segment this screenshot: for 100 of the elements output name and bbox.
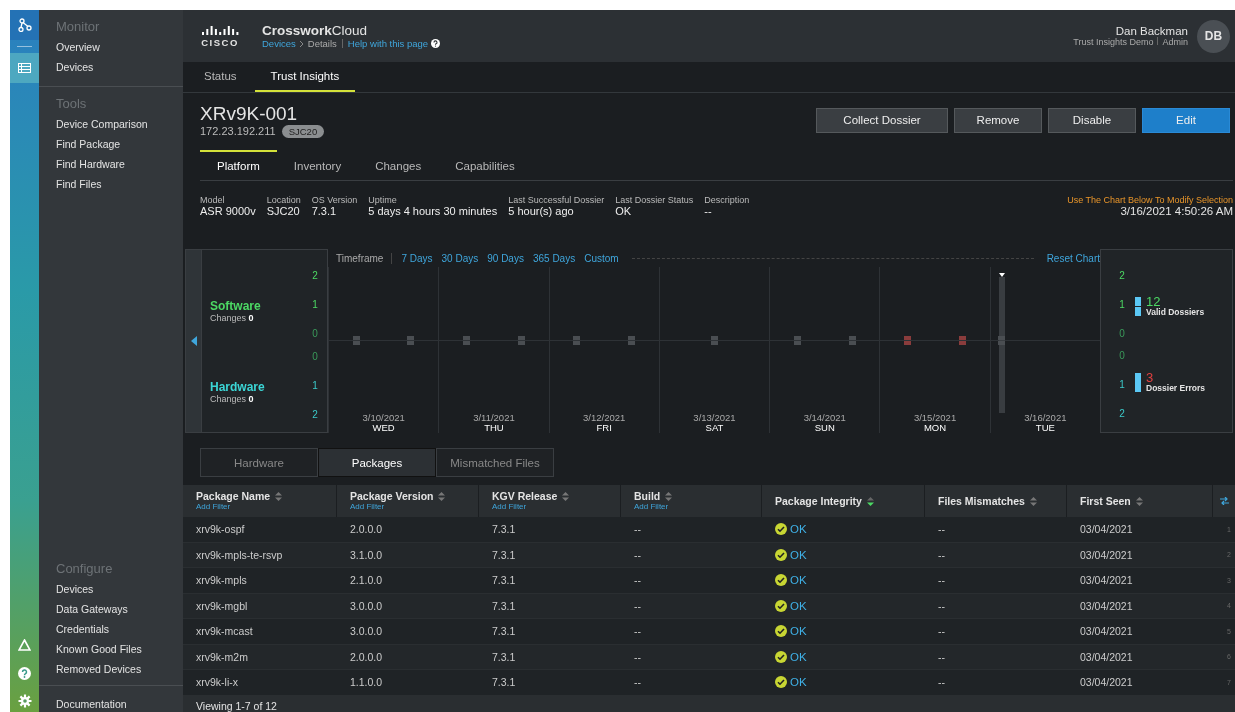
table-cell: 7.3.1 bbox=[492, 599, 516, 612]
table-cell: 7.3.1 bbox=[492, 574, 516, 587]
field-label: Model bbox=[200, 195, 226, 205]
selection-hint: Use The Chart Below To Modify Selection bbox=[1067, 195, 1233, 205]
axis-label: 1 bbox=[1119, 379, 1125, 390]
field-label: OS Version bbox=[311, 195, 358, 205]
check-icon bbox=[775, 625, 787, 638]
help-icon[interactable] bbox=[431, 39, 441, 48]
caret-left-icon[interactable] bbox=[190, 336, 197, 346]
date-label: 3/16/2021 bbox=[1023, 413, 1068, 423]
tab[interactable]: Capabilities bbox=[438, 150, 532, 180]
nav-item[interactable]: Devices bbox=[56, 57, 183, 77]
action-button[interactable]: Collect Dossier bbox=[816, 107, 948, 133]
breadcrumb-link[interactable]: Devices bbox=[262, 38, 296, 49]
nav-section-title: Configure bbox=[56, 561, 114, 576]
table-cell: -- bbox=[634, 650, 641, 663]
help-link[interactable]: Help with this page bbox=[347, 38, 429, 49]
bar-icon bbox=[1135, 373, 1141, 392]
add-filter-link[interactable]: Add Filter bbox=[196, 502, 336, 511]
logo-text: CISCO bbox=[201, 36, 239, 48]
timeframe-link[interactable]: 90 Days bbox=[487, 252, 524, 264]
table-cell: 2.1.0.0 bbox=[350, 574, 383, 587]
tab[interactable]: Inventory bbox=[276, 150, 359, 180]
nav-item[interactable]: Find Package bbox=[56, 134, 183, 154]
sort-icon[interactable] bbox=[1029, 496, 1037, 506]
table-cell: xrv9k-mgbl bbox=[196, 599, 248, 612]
column-header[interactable]: Build bbox=[634, 490, 661, 502]
table-cell: 7.3.1 bbox=[492, 548, 516, 561]
settings-icon[interactable] bbox=[17, 694, 32, 708]
column-header[interactable]: Package Version bbox=[350, 490, 434, 502]
tab[interactable]: Changes bbox=[358, 150, 439, 180]
column-header[interactable]: Package Integrity bbox=[775, 495, 862, 507]
nav-section-title: Monitor bbox=[56, 19, 101, 34]
nav-item[interactable]: Removed Devices bbox=[56, 659, 183, 679]
status-text: OK bbox=[790, 574, 807, 587]
sort-icon[interactable] bbox=[438, 491, 446, 501]
axis-label: 0 bbox=[312, 351, 318, 362]
timeline-chart[interactable]: Timeframe 7 Days 30 Days 90 Days 365 Days Custom Reset Chart 3/10/2021 WED 3/11/2021 THU 3/12/2021 FRI 3/13/2021 SAT 3/14/2021 SUN 3/15/2021 MON 3/16/2021 TUE bbox=[328, 249, 1100, 433]
timeframe-link[interactable]: 365 Days bbox=[532, 252, 576, 264]
table-cell: -- bbox=[634, 599, 641, 612]
sort-icon[interactable] bbox=[275, 491, 283, 501]
nav-item[interactable]: Device Comparison bbox=[56, 114, 183, 134]
nav-item[interactable]: Find Files bbox=[56, 174, 183, 194]
action-button[interactable]: Remove bbox=[954, 107, 1042, 133]
add-filter-link[interactable]: Add Filter bbox=[350, 502, 478, 511]
nav-item[interactable]: Known Good Files bbox=[56, 639, 183, 659]
column-header[interactable]: KGV Release bbox=[492, 490, 558, 502]
tab[interactable]: Status bbox=[200, 62, 241, 92]
sort-descending-icon[interactable] bbox=[866, 496, 874, 506]
tab[interactable]: Trust Insights bbox=[254, 62, 356, 92]
check-icon bbox=[775, 523, 787, 536]
user-org: Trust Insights Demo bbox=[1073, 37, 1154, 47]
sort-icon[interactable] bbox=[665, 491, 673, 501]
table-cell: 03/04/2021 bbox=[1080, 625, 1133, 638]
axis-label: 0 bbox=[1119, 350, 1125, 361]
sort-icon[interactable] bbox=[1135, 496, 1143, 506]
column-settings-icon[interactable] bbox=[1219, 497, 1229, 505]
axis-label: 0 bbox=[312, 328, 318, 339]
timeframe-link[interactable]: Custom bbox=[584, 252, 619, 264]
triangle-icon[interactable] bbox=[18, 639, 31, 651]
topology-icon[interactable] bbox=[17, 18, 32, 32]
nav-section-title: Tools bbox=[56, 96, 88, 111]
timeframe-link[interactable]: 7 Days bbox=[401, 252, 433, 264]
column-header[interactable]: Package Name bbox=[196, 490, 271, 502]
segment-button[interactable]: Packages bbox=[318, 448, 436, 477]
table-cell: -- bbox=[938, 599, 945, 612]
add-filter-link[interactable]: Add Filter bbox=[634, 502, 761, 511]
column-header[interactable]: First Seen bbox=[1080, 495, 1131, 507]
reset-chart-link[interactable]: Reset Chart bbox=[1046, 252, 1100, 264]
tab[interactable]: Platform bbox=[200, 150, 277, 180]
axis-label: 2 bbox=[312, 409, 318, 420]
table-cell: 7.3.1 bbox=[492, 523, 516, 536]
nav-item[interactable]: Documentation bbox=[56, 698, 127, 710]
table-cell: 3.0.0.0 bbox=[350, 625, 383, 638]
date-label: 3/13/2021 bbox=[692, 413, 737, 423]
logo-bars-icon bbox=[201, 24, 239, 36]
timeframe-link[interactable]: 30 Days bbox=[441, 252, 479, 264]
axis-label: 2 bbox=[312, 270, 318, 281]
nav-item[interactable]: Credentials bbox=[56, 619, 183, 639]
segment-button[interactable]: Mismatched Files bbox=[436, 448, 554, 477]
segment-button[interactable]: Hardware bbox=[200, 448, 318, 477]
selection-handle[interactable] bbox=[998, 273, 1005, 413]
table-cell: xrv9k-mcast bbox=[196, 625, 253, 638]
add-filter-link[interactable]: Add Filter bbox=[492, 502, 620, 511]
table-cell: -- bbox=[634, 625, 641, 638]
table-cell: 7.3.1 bbox=[492, 650, 516, 663]
edit-button[interactable]: Edit bbox=[1142, 107, 1230, 133]
list-icon[interactable] bbox=[18, 63, 31, 73]
table-cell: 03/04/2021 bbox=[1080, 548, 1133, 561]
column-header[interactable]: Files Mismatches bbox=[938, 495, 1025, 507]
nav-item[interactable]: Data Gateways bbox=[56, 599, 183, 619]
user-avatar[interactable]: DB bbox=[1197, 19, 1230, 53]
sort-icon[interactable] bbox=[562, 491, 570, 501]
nav-item[interactable]: Overview bbox=[56, 37, 183, 57]
check-icon bbox=[775, 599, 787, 612]
timeframe-label: Timeframe bbox=[336, 252, 393, 264]
status-text: OK bbox=[790, 625, 807, 638]
action-button[interactable]: Disable bbox=[1048, 107, 1136, 133]
nav-item[interactable]: Devices bbox=[56, 579, 183, 599]
nav-item[interactable]: Find Hardware bbox=[56, 154, 183, 174]
